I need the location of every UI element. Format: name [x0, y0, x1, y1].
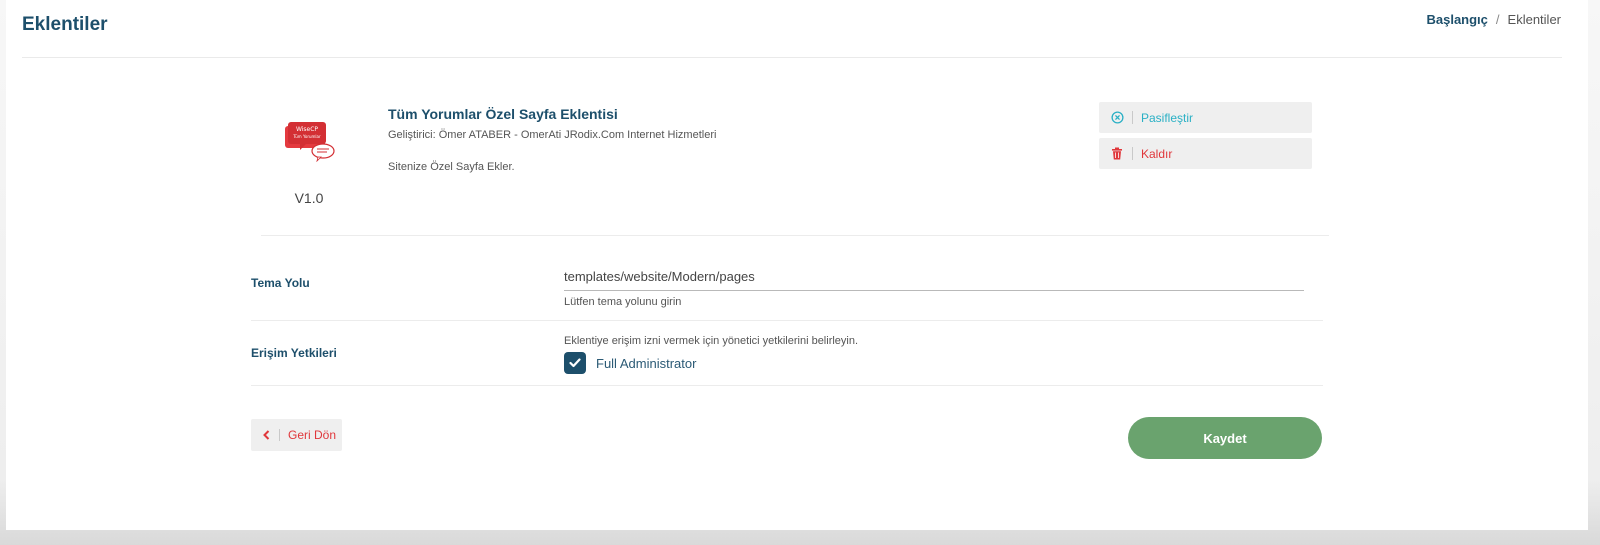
theme-path-label: Tema Yolu [251, 276, 310, 290]
chevron-left-icon [263, 430, 271, 440]
theme-path-input[interactable] [564, 262, 1304, 291]
deactivate-label: Pasifleştir [1141, 110, 1194, 125]
plugin-developer: Geliştirici: Ömer ATABER - OmerAti JRodi… [388, 129, 717, 141]
content-panel: Eklentiler Başlangıç / Eklentiler WiseCP… [6, 0, 1588, 530]
page-title: Eklentiler [22, 14, 108, 35]
trash-icon [1110, 147, 1124, 161]
plugin-name: Tüm Yorumlar Özel Sayfa Eklentisi [388, 106, 618, 122]
permissions-label: Erişim Yetkileri [251, 346, 337, 360]
header-divider [22, 57, 1562, 58]
back-label: Geri Dön [288, 428, 337, 442]
circle-x-icon [1110, 111, 1124, 125]
permission-option-full-admin[interactable]: Full Administrator [564, 352, 696, 374]
button-divider [279, 429, 280, 441]
plugin-logo: WiseCP Tüm Yorumlar [285, 122, 335, 162]
permissions-help: Eklentiye erişim izni vermek için yöneti… [564, 335, 859, 347]
button-divider [1132, 111, 1133, 124]
plugin-logo-text-2: Tüm Yorumlar [292, 134, 321, 139]
breadcrumb: Başlangıç / Eklentiler [1426, 12, 1561, 27]
full-admin-checkbox[interactable] [564, 352, 586, 374]
save-button[interactable]: Kaydet [1128, 417, 1322, 459]
plugin-logo-text-1: WiseCP [296, 126, 318, 133]
form-row-divider [251, 385, 1323, 386]
checkmark-icon [569, 358, 581, 368]
plugin-description: Sitenize Özel Sayfa Ekler. [388, 161, 515, 173]
plugin-version: V1.0 [294, 190, 324, 206]
button-divider [1132, 147, 1133, 160]
breadcrumb-separator: / [1495, 12, 1500, 27]
remove-button[interactable]: Kaldır [1099, 138, 1312, 169]
deactivate-button[interactable]: Pasifleştir [1099, 102, 1312, 133]
remove-label: Kaldır [1141, 146, 1173, 161]
breadcrumb-home-link[interactable]: Başlangıç [1426, 12, 1487, 27]
theme-path-help: Lütfen tema yolunu girin [564, 296, 682, 308]
plugin-divider [261, 235, 1329, 236]
back-button[interactable]: Geri Dön [251, 419, 342, 451]
form-row-divider [251, 320, 1323, 321]
breadcrumb-current: Eklentiler [1507, 12, 1561, 27]
full-admin-label: Full Administrator [596, 355, 697, 371]
